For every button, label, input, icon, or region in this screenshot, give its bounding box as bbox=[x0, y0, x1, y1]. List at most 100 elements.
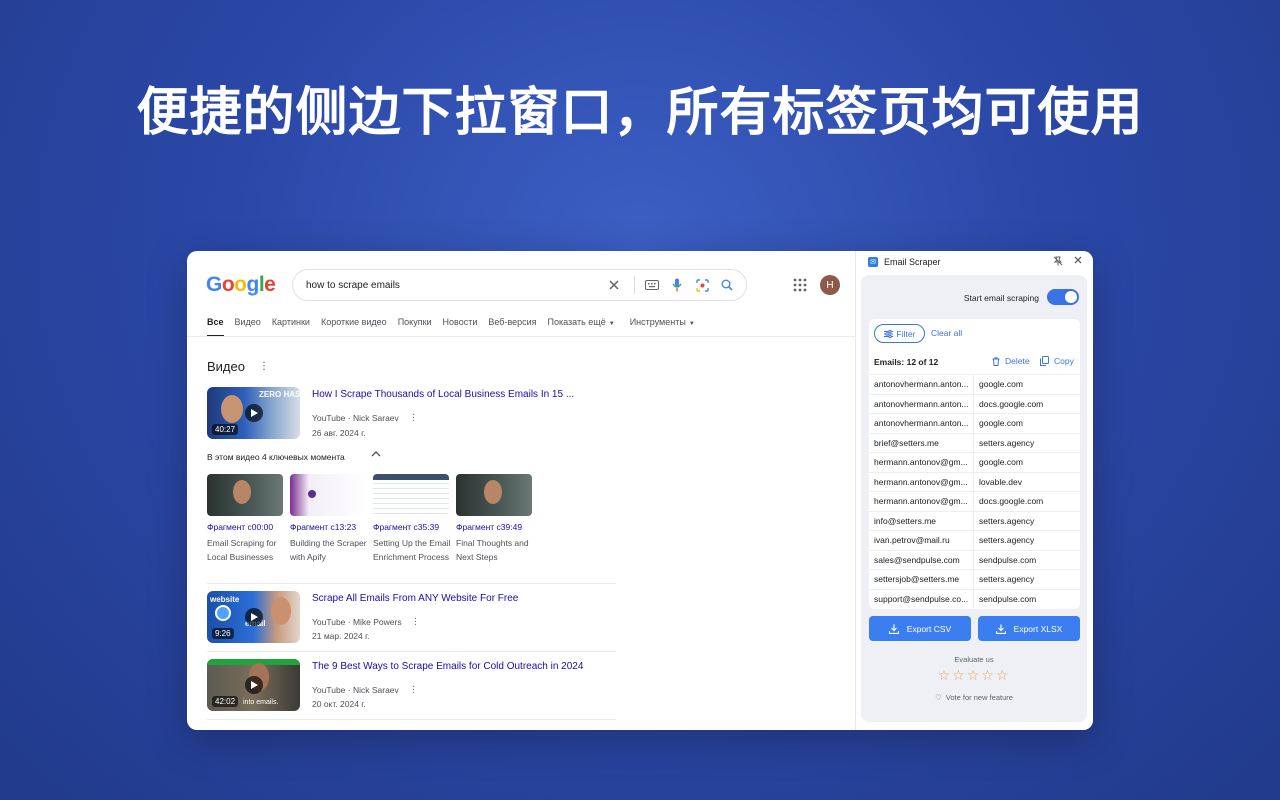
email-cell: antonovhermann.anton... bbox=[869, 394, 974, 413]
table-row[interactable]: hermann.antonov@gm... docs.google.com bbox=[869, 491, 1080, 511]
key-moment-time: Фрагмент с35:39 bbox=[373, 522, 440, 532]
panel-content: Start email scraping Filter Clear all Em… bbox=[861, 275, 1087, 722]
domain-cell: sendpulse.com bbox=[979, 593, 1037, 604]
email-count: Emails: 12 of 12 bbox=[874, 357, 939, 367]
filter-label: Filter bbox=[896, 328, 916, 339]
play-icon bbox=[245, 404, 263, 422]
table-row[interactable]: ivan.petrov@mail.ru setters.agency bbox=[869, 530, 1080, 550]
apps-grid-icon[interactable] bbox=[793, 278, 807, 292]
key-moment-time: Фрагмент с39:49 bbox=[456, 522, 523, 532]
video-date: 21 мар. 2024 г. bbox=[312, 631, 370, 641]
search-bar[interactable]: how to scrape emails bbox=[292, 269, 747, 301]
vote-label: Vote for new feature bbox=[945, 693, 1013, 702]
table-row[interactable]: sales@sendpulse.com sendpulse.com bbox=[869, 549, 1080, 569]
tab-tools[interactable]: Инструменты ▼ bbox=[630, 317, 695, 337]
video-title-link[interactable]: The 9 Best Ways to Scrape Emails for Col… bbox=[312, 661, 583, 672]
copy-button[interactable]: Copy bbox=[1040, 356, 1074, 366]
play-icon bbox=[245, 676, 263, 694]
copy-icon bbox=[1040, 356, 1049, 366]
more-vert-icon[interactable]: ⋮ bbox=[409, 412, 418, 423]
scraping-toggle[interactable] bbox=[1047, 289, 1079, 305]
close-icon[interactable] bbox=[1073, 255, 1083, 268]
table-row[interactable]: antonovhermann.anton... google.com bbox=[869, 374, 1080, 394]
export-csv-label: Export CSV bbox=[906, 623, 952, 634]
panel-title: Email Scraper bbox=[884, 257, 941, 267]
thumbnail-text: into emails. bbox=[243, 699, 279, 706]
result-divider bbox=[207, 651, 616, 652]
evaluate-label: Evaluate us bbox=[954, 655, 994, 664]
table-row[interactable]: brief@setters.me setters.agency bbox=[869, 432, 1080, 452]
microphone-icon[interactable] bbox=[666, 274, 688, 296]
chevron-up-icon[interactable] bbox=[371, 450, 381, 460]
tab-all[interactable]: Все bbox=[207, 317, 224, 337]
key-moment[interactable]: Фрагмент с13:23 Building the Scraper wit… bbox=[290, 474, 368, 564]
filter-button[interactable]: Filter bbox=[874, 324, 925, 343]
thumbnail-text: ZERO HASSLE bbox=[259, 390, 300, 399]
more-vert-icon[interactable]: ⋮ bbox=[259, 361, 269, 372]
search-tabs: Все Видео Картинки Короткие видео Покупк… bbox=[207, 317, 706, 337]
email-list-card: Filter Clear all Emails: 12 of 12 Delete… bbox=[869, 319, 1080, 609]
video-date: 20 окт. 2024 г. bbox=[312, 699, 366, 709]
video-thumbnail[interactable]: website email 9:26 bbox=[207, 591, 300, 643]
rating-stars[interactable]: ☆☆☆☆☆ bbox=[861, 667, 1087, 684]
search-input[interactable]: how to scrape emails bbox=[306, 280, 603, 291]
export-xlsx-button[interactable]: Export XLSX bbox=[978, 616, 1080, 641]
lens-icon[interactable] bbox=[691, 274, 713, 296]
video-source: YouTube · Nick Saraev bbox=[312, 685, 399, 695]
email-cell: ivan.petrov@mail.ru bbox=[869, 531, 974, 550]
keyboard-icon[interactable] bbox=[641, 274, 663, 296]
table-row[interactable]: antonovhermann.anton... docs.google.com bbox=[869, 393, 1080, 413]
key-moment[interactable]: Фрагмент с00:00 Email Scraping for Local… bbox=[207, 474, 285, 564]
clear-icon[interactable] bbox=[603, 274, 625, 296]
section-title: Видео bbox=[207, 359, 245, 374]
domain-cell: setters.agency bbox=[979, 437, 1035, 448]
tab-more[interactable]: Показать ещё ▼ bbox=[548, 317, 615, 337]
video-thumbnail[interactable]: 42:02 into emails. bbox=[207, 659, 300, 711]
key-moment-thumbnail bbox=[290, 474, 366, 516]
table-row[interactable]: settersjob@setters.me setters.agency bbox=[869, 569, 1080, 589]
key-moment[interactable]: Фрагмент с35:39 Setting Up the Email Enr… bbox=[373, 474, 451, 564]
video-thumbnail[interactable]: ZERO HASSLE 40:27 bbox=[207, 387, 300, 439]
toggle-label: Start email scraping bbox=[963, 293, 1039, 303]
thumbnail-person bbox=[221, 395, 243, 423]
unpin-icon[interactable] bbox=[1053, 256, 1063, 269]
google-logo[interactable]: Google bbox=[206, 273, 276, 297]
tab-video[interactable]: Видео bbox=[235, 317, 261, 337]
table-row[interactable]: support@sendpulse.co... sendpulse.com bbox=[869, 588, 1080, 608]
heart-icon: ♡ bbox=[935, 693, 942, 702]
tab-short-videos[interactable]: Короткие видео bbox=[321, 317, 387, 337]
email-cell: hermann.antonov@gm... bbox=[869, 453, 974, 472]
table-row[interactable]: hermann.antonov@gm... google.com bbox=[869, 452, 1080, 472]
email-cell: brief@setters.me bbox=[869, 433, 974, 452]
video-title-link[interactable]: How I Scrape Thousands of Local Business… bbox=[312, 389, 574, 400]
key-moment[interactable]: Фрагмент с39:49 Final Thoughts and Next … bbox=[456, 474, 534, 564]
video-title-link[interactable]: Scrape All Emails From ANY Website For F… bbox=[312, 593, 518, 604]
vote-feature-link[interactable]: ♡ Vote for new feature bbox=[861, 693, 1087, 702]
google-results-page: Google how to scrape emails H Все Видео … bbox=[187, 251, 855, 730]
more-vert-icon[interactable]: ⋮ bbox=[411, 616, 420, 627]
delete-label: Delete bbox=[1005, 356, 1030, 366]
delete-button[interactable]: Delete bbox=[992, 356, 1030, 366]
clear-all-link[interactable]: Clear all bbox=[931, 328, 962, 338]
search-icon[interactable] bbox=[716, 274, 738, 296]
email-scraper-logo-icon: ✉ bbox=[868, 257, 878, 267]
key-moment-desc: Email Scraping for Local Businesses bbox=[207, 538, 277, 562]
tab-web[interactable]: Веб-версия bbox=[488, 317, 536, 337]
export-csv-button[interactable]: Export CSV bbox=[869, 616, 971, 641]
export-xlsx-label: Export XLSX bbox=[1013, 623, 1063, 634]
table-row[interactable]: info@setters.me setters.agency bbox=[869, 510, 1080, 530]
headline: 便捷的侧边下拉窗口，所有标签页均可使用 bbox=[136, 83, 1144, 143]
email-cell: info@setters.me bbox=[869, 511, 974, 530]
table-row[interactable]: antonovhermann.anton... google.com bbox=[869, 413, 1080, 433]
table-row[interactable]: hermann.antonov@gm... lovable.dev bbox=[869, 471, 1080, 491]
tab-images[interactable]: Картинки bbox=[272, 317, 310, 337]
tab-news[interactable]: Новости bbox=[443, 317, 478, 337]
key-moment-desc: Building the Scraper with Apify bbox=[290, 538, 367, 562]
more-vert-icon[interactable]: ⋮ bbox=[409, 684, 418, 695]
domain-cell: google.com bbox=[979, 418, 1023, 429]
key-moment-desc: Setting Up the Email Enrichment Process bbox=[373, 538, 451, 562]
avatar[interactable]: H bbox=[820, 275, 840, 295]
panel-header: ✉ Email Scraper bbox=[868, 257, 941, 267]
key-moment-thumbnail bbox=[373, 474, 449, 516]
tab-shopping[interactable]: Покупки bbox=[398, 317, 432, 337]
